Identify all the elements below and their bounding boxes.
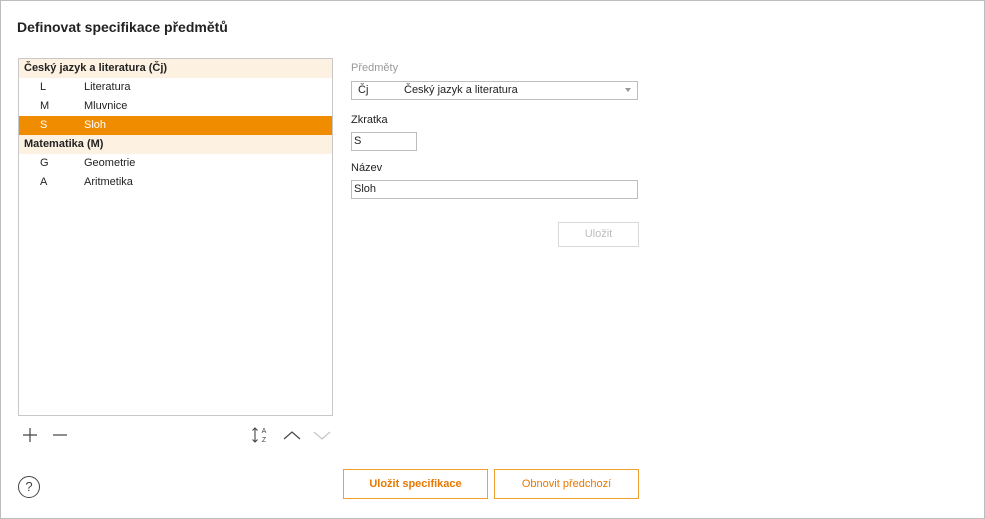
sort-az-icon[interactable]: A Z: [251, 425, 271, 445]
list-item[interactable]: M Mluvnice: [19, 97, 332, 116]
name-field[interactable]: Sloh: [351, 180, 638, 199]
help-icon[interactable]: ?: [18, 476, 40, 498]
chevron-down-icon: [625, 88, 631, 92]
item-name: Sloh: [84, 119, 107, 131]
chevron-up-icon[interactable]: [282, 425, 302, 445]
item-name: Geometrie: [84, 157, 136, 169]
item-name: Aritmetika: [84, 176, 133, 188]
group-label: Český jazyk a literatura (Čj): [24, 62, 168, 74]
item-abbr: L: [40, 81, 47, 93]
list-item-selected[interactable]: S Sloh: [19, 116, 332, 135]
subject-name: Český jazyk a literatura: [404, 84, 518, 96]
abbr-field[interactable]: S: [351, 132, 417, 151]
item-abbr: S: [40, 119, 48, 131]
name-label: Název: [351, 162, 383, 174]
specification-list[interactable]: Český jazyk a literatura (Čj) L Literatu…: [18, 58, 333, 416]
save-specifications-button[interactable]: Uložit specifikace: [343, 469, 488, 499]
plus-icon[interactable]: [20, 425, 40, 445]
item-name: Mluvnice: [84, 100, 128, 112]
list-group-header[interactable]: Český jazyk a literatura (Čj): [19, 59, 332, 78]
item-abbr: M: [40, 100, 50, 112]
item-abbr: G: [40, 157, 49, 169]
minus-icon[interactable]: [50, 425, 70, 445]
dialog-window: Definovat specifikace předmětů Český jaz…: [0, 0, 985, 519]
abbr-label: Zkratka: [351, 114, 388, 126]
item-name: Literatura: [84, 81, 131, 93]
svg-text:Z: Z: [262, 437, 267, 444]
group-label: Matematika (M): [24, 138, 104, 150]
restore-previous-button[interactable]: Obnovit předchozí: [494, 469, 639, 499]
dialog-title: Definovat specifikace předmětů: [17, 19, 228, 35]
list-item[interactable]: A Aritmetika: [19, 173, 332, 192]
subject-code: Čj: [358, 84, 369, 96]
item-abbr: A: [40, 176, 48, 188]
list-group-header[interactable]: Matematika (M): [19, 135, 332, 154]
subject-select[interactable]: Čj Český jazyk a literatura: [351, 81, 638, 100]
chevron-down-icon[interactable]: [312, 425, 332, 445]
subjects-label: Předměty: [351, 62, 399, 74]
save-button[interactable]: Uložit: [558, 222, 639, 247]
list-item[interactable]: L Literatura: [19, 78, 332, 97]
svg-text:A: A: [262, 428, 267, 435]
list-item[interactable]: G Geometrie: [19, 154, 332, 173]
